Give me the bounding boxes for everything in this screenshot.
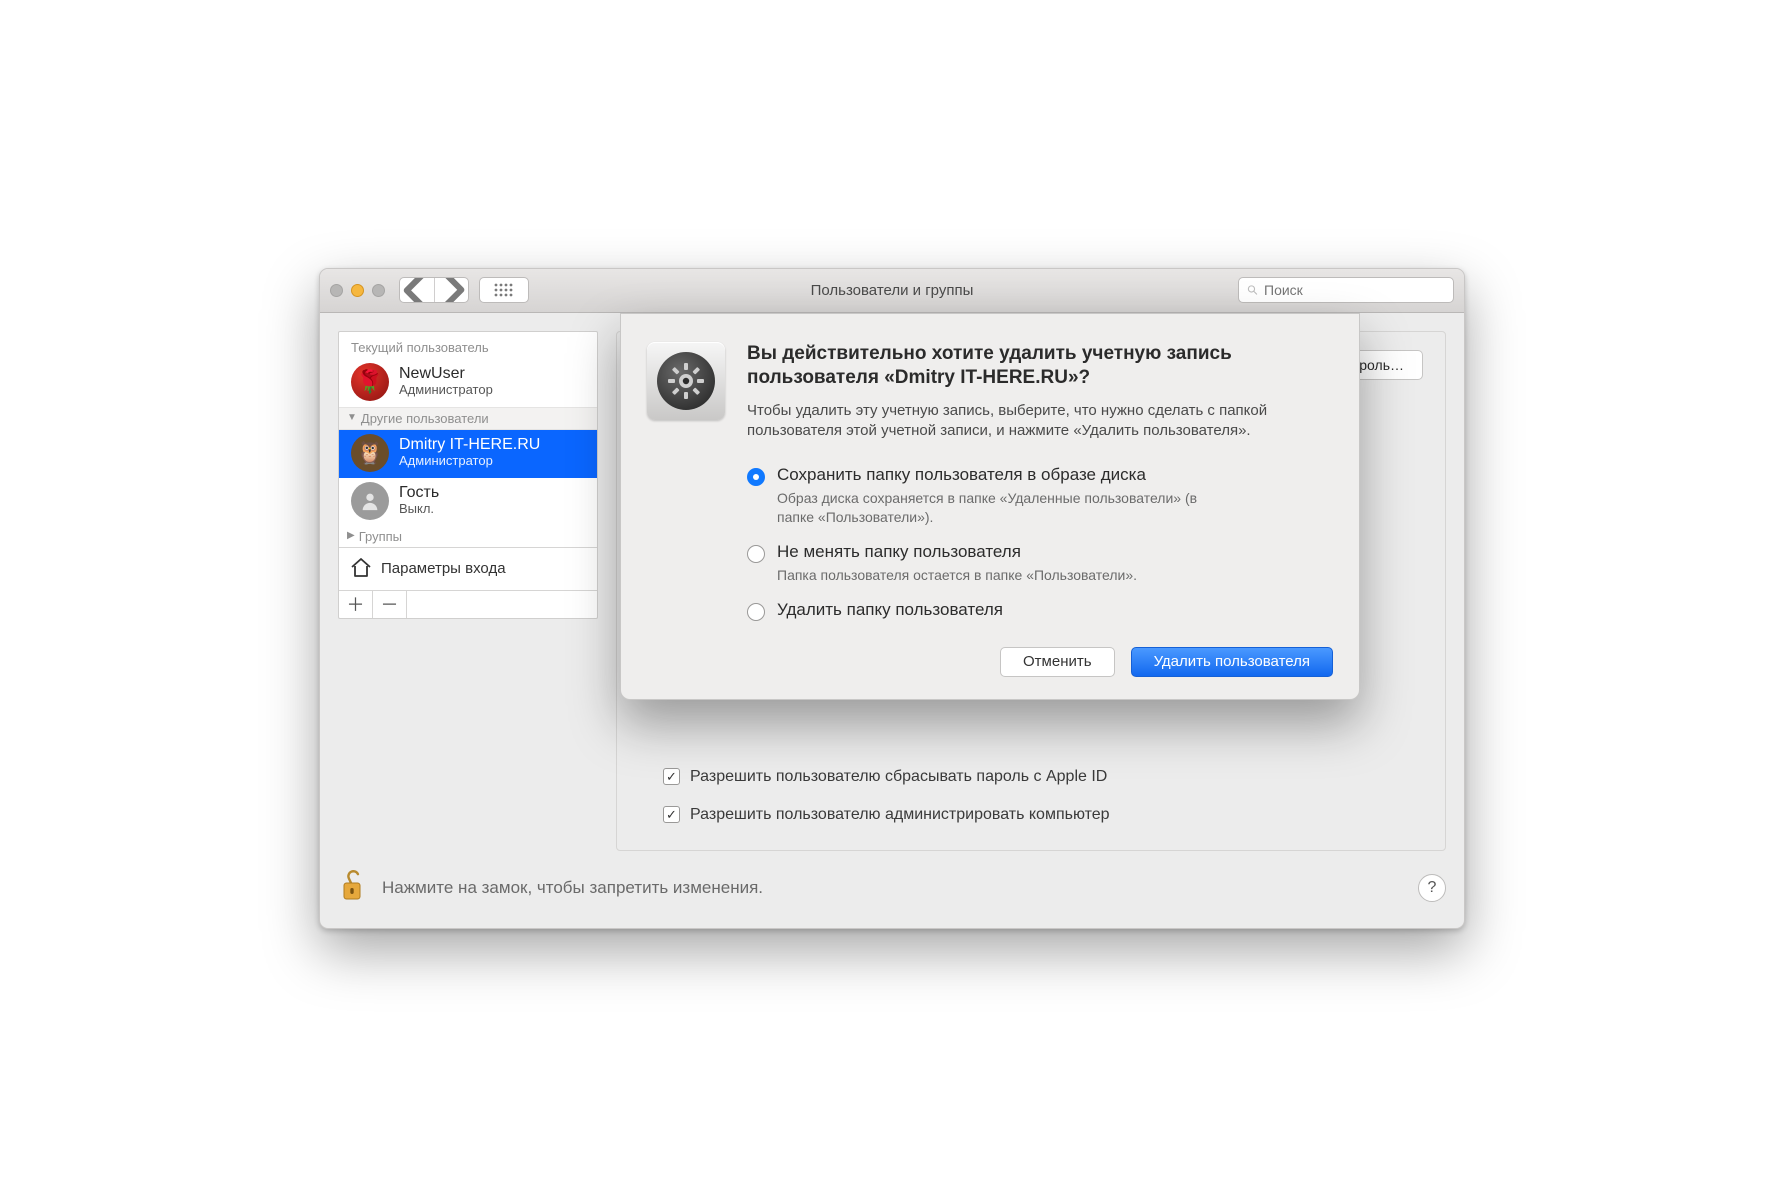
radio-selected-icon [747, 468, 765, 486]
login-options-row[interactable]: Параметры входа [339, 547, 597, 590]
delete-user-dialog: Вы действительно хотите удалить учетную … [620, 313, 1360, 700]
cancel-button[interactable]: Отменить [1000, 647, 1115, 677]
search-field[interactable] [1238, 277, 1454, 303]
dialog-description: Чтобы удалить эту учетную запись, выбери… [747, 401, 1333, 442]
delete-user-button[interactable]: Удалить пользователя [1131, 647, 1333, 677]
radio-desc: Папка пользователя остается в папке «Пол… [777, 566, 1137, 584]
add-remove-row: ＋ － [339, 590, 597, 618]
radio-label: Сохранить папку пользователя в образе ди… [777, 465, 1207, 485]
radio-unselected-icon [747, 545, 765, 563]
lock-open-icon[interactable] [338, 869, 366, 908]
titlebar: Пользователи и группы [320, 269, 1464, 313]
user-role: Администратор [399, 383, 493, 398]
user-name: Гость [399, 484, 439, 502]
search-icon [1247, 283, 1258, 297]
show-all-button[interactable] [479, 277, 529, 303]
current-user-header: Текущий пользователь [339, 332, 597, 359]
user-role: Администратор [399, 454, 540, 469]
users-sidebar: Текущий пользователь 🌹 NewUser Администр… [338, 331, 598, 619]
user-name: Dmitry IT-HERE.RU [399, 436, 540, 454]
back-button[interactable] [400, 278, 434, 302]
lock-row: Нажмите на замок, чтобы запретить измене… [338, 869, 1446, 908]
radio-desc: Образ диска сохраняется в папке «Удаленн… [777, 489, 1207, 525]
add-user-button[interactable]: ＋ [339, 591, 373, 618]
radio-label: Удалить папку пользователя [777, 600, 1003, 620]
user-role: Выкл. [399, 502, 439, 517]
lock-hint-text: Нажмите на замок, чтобы запретить измене… [382, 878, 763, 898]
search-input[interactable] [1264, 282, 1445, 298]
groups-header[interactable]: ▶ Группы [339, 526, 597, 547]
option-save-disk-image[interactable]: Сохранить папку пользователя в образе ди… [747, 465, 1333, 525]
zoom-window-button[interactable] [372, 284, 385, 297]
disclosure-right-icon: ▶ [347, 530, 355, 541]
house-icon [349, 556, 373, 582]
checkbox-checked-icon: ✓ [663, 806, 680, 823]
minimize-window-button[interactable] [351, 284, 364, 297]
allow-appleid-reset-checkbox[interactable]: ✓ Разрешить пользователю сбрасывать паро… [663, 768, 1110, 786]
checkbox-checked-icon: ✓ [663, 768, 680, 785]
remove-user-button[interactable]: － [373, 591, 407, 618]
close-window-button[interactable] [330, 284, 343, 297]
sidebar-user-newuser[interactable]: 🌹 NewUser Администратор [339, 359, 597, 407]
avatar-rose-icon: 🌹 [351, 363, 389, 401]
permission-checks: ✓ Разрешить пользователю сбрасывать паро… [663, 768, 1110, 824]
avatar-guest-icon [351, 482, 389, 520]
login-options-label: Параметры входа [381, 560, 506, 577]
user-name: NewUser [399, 365, 493, 383]
option-delete-folder[interactable]: Удалить папку пользователя [747, 600, 1333, 621]
avatar-owl-icon: 🦉 [351, 434, 389, 472]
radio-unselected-icon [747, 603, 765, 621]
nav-back-forward [399, 277, 469, 303]
other-users-label: Другие пользователи [361, 411, 489, 426]
option-keep-folder[interactable]: Не менять папку пользователя Папка польз… [747, 542, 1333, 584]
window-controls [330, 284, 385, 297]
preferences-window: Пользователи и группы Текущий пользовате… [319, 268, 1465, 929]
delete-options: Сохранить папку пользователя в образе ди… [747, 465, 1333, 621]
forward-button[interactable] [434, 278, 468, 302]
check-label: Разрешить пользователю администрировать … [690, 806, 1110, 824]
sidebar-user-guest[interactable]: Гость Выкл. [339, 478, 597, 526]
disclosure-down-icon: ▼ [347, 412, 357, 423]
allow-admin-checkbox[interactable]: ✓ Разрешить пользователю администрироват… [663, 806, 1110, 824]
check-label: Разрешить пользователю сбрасывать пароль… [690, 768, 1107, 786]
radio-label: Не менять папку пользователя [777, 542, 1137, 562]
sidebar-user-dmitry[interactable]: 🦉 Dmitry IT-HERE.RU Администратор [339, 430, 597, 478]
system-prefs-icon [647, 342, 725, 420]
groups-label: Группы [359, 529, 402, 544]
dialog-title: Вы действительно хотите удалить учетную … [747, 342, 1333, 391]
help-button[interactable]: ? [1418, 874, 1446, 902]
other-users-header[interactable]: ▼ Другие пользователи [339, 407, 597, 430]
